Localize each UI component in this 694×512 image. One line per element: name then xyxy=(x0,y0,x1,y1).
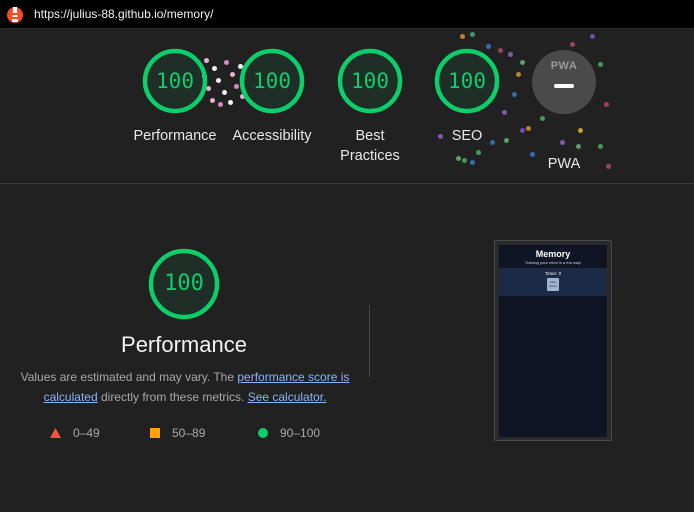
confetti-dot xyxy=(456,156,461,161)
gauge-score: 100 xyxy=(253,69,291,93)
confetti-dot xyxy=(576,144,581,149)
gauge-best-practices[interactable]: 100 Best Practices xyxy=(325,48,415,166)
legend-range: 90–100 xyxy=(280,426,321,440)
screenshot-app-subtitle: Training your mind in a fun way! xyxy=(524,260,582,265)
desc-text: Values are estimated and may vary. The xyxy=(20,370,238,384)
confetti-dot xyxy=(526,126,531,131)
confetti-dot xyxy=(516,72,521,77)
screenshot-timer: Timer: 0 xyxy=(544,271,562,276)
screenshot-screen: Memory Training your mind in a fun way! … xyxy=(499,245,607,437)
category-gauges: 100 Performance 100 Accessibility 100 Be… xyxy=(0,30,694,184)
final-screenshot[interactable]: Memory Training your mind in a fun way! … xyxy=(494,240,612,441)
gauge-label: Accessibility xyxy=(232,128,312,144)
confetti-dot xyxy=(470,32,475,37)
confetti-dot xyxy=(598,144,603,149)
confetti-dot xyxy=(520,128,525,133)
confetti-dot xyxy=(540,116,545,121)
screenshot-start-button: Start Game xyxy=(547,278,559,291)
confetti-dot xyxy=(460,34,465,39)
dash-icon xyxy=(554,84,574,88)
gauge-label-pwa: PWA xyxy=(547,156,581,172)
pwa-badge[interactable]: PWA xyxy=(532,50,596,114)
performance-title: Performance xyxy=(121,332,247,357)
gauge-seo[interactable]: 100 SEO xyxy=(422,48,512,146)
confetti-dot xyxy=(578,128,583,133)
lighthouse-icon xyxy=(7,7,23,23)
gauge-ring: 100 xyxy=(142,48,208,114)
confetti-dot xyxy=(560,140,565,145)
confetti-dot xyxy=(512,92,517,97)
performance-gauge: 100 xyxy=(148,248,220,320)
legend-average: 50–89 xyxy=(150,426,205,440)
gauge-score: 100 xyxy=(448,69,486,93)
square-icon xyxy=(150,428,160,438)
confetti-dot xyxy=(604,102,609,107)
gauge-label: SEO xyxy=(451,128,483,144)
confetti-dot xyxy=(462,158,467,163)
gauge-accessibility[interactable]: 100 Accessibility xyxy=(227,48,317,146)
confetti-dot xyxy=(570,42,575,47)
gauge-label: Best Practices xyxy=(340,128,400,164)
gauge-ring: 100 xyxy=(239,48,305,114)
legend-range: 50–89 xyxy=(172,426,206,440)
performance-score: 100 xyxy=(164,271,204,296)
confetti-dot xyxy=(470,160,475,165)
pwa-badge-text: PWA xyxy=(550,60,578,72)
performance-description: Values are estimated and may vary. The p… xyxy=(20,367,350,407)
confetti-dot xyxy=(476,150,481,155)
gauge-score: 100 xyxy=(156,69,194,93)
gauge-label: Performance xyxy=(133,128,217,144)
confetti-dot xyxy=(590,34,595,39)
triangle-icon xyxy=(50,428,61,438)
gauge-score: 100 xyxy=(351,69,389,93)
see-calculator-link[interactable]: See calculator. xyxy=(248,390,327,404)
legend-pass: 90–100 xyxy=(258,426,320,440)
legend-fail: 0–49 xyxy=(50,426,100,440)
confetti-dot xyxy=(520,60,525,65)
gauge-ring: 100 xyxy=(337,48,403,114)
page-url[interactable]: https://julius-88.github.io/memory/ xyxy=(34,7,213,21)
url-bar: https://julius-88.github.io/memory/ xyxy=(0,0,694,29)
divider xyxy=(369,305,370,377)
gauge-ring: 100 xyxy=(434,48,500,114)
circle-icon xyxy=(258,428,268,438)
legend-range: 0–49 xyxy=(73,426,100,440)
confetti-dot xyxy=(598,62,603,67)
gauge-performance[interactable]: 100 Performance xyxy=(130,48,220,146)
screenshot-app-title: Memory xyxy=(535,249,571,259)
desc-text: directly from these metrics. xyxy=(97,390,248,404)
